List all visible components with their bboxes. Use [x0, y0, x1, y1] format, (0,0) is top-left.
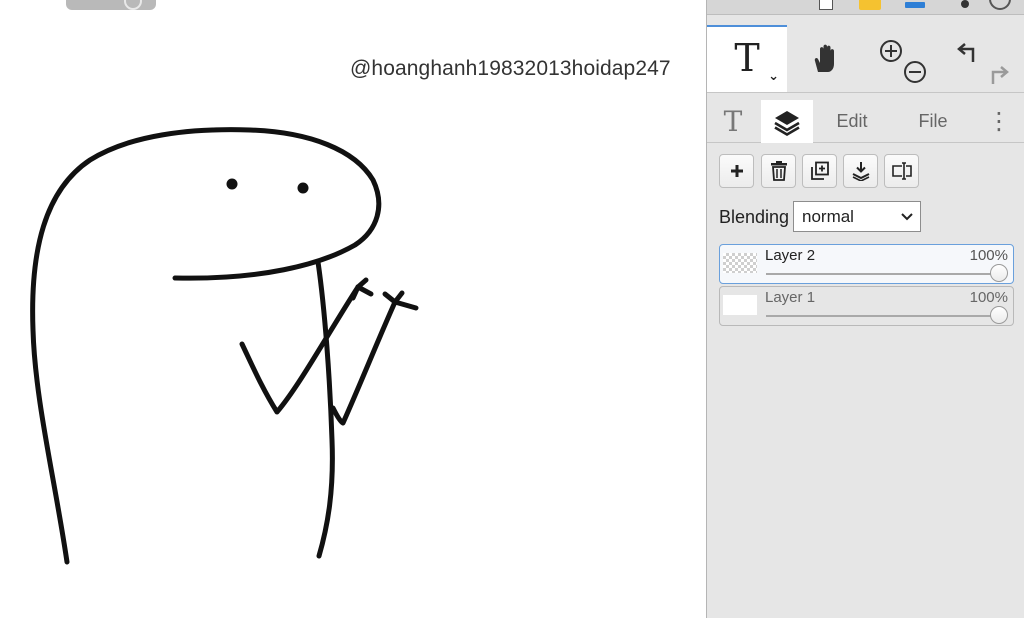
layer-opacity-slider[interactable] [766, 315, 999, 317]
more-options-icon[interactable]: ⋮ [985, 100, 1013, 142]
undo-redo-button[interactable] [941, 25, 1024, 92]
tab-edit[interactable]: Edit [827, 100, 877, 142]
save-icon[interactable] [905, 2, 925, 8]
right-hand-fingers-3 [392, 299, 419, 311]
rename-layer-button[interactable] [884, 154, 919, 188]
delete-layer-button[interactable] [761, 154, 796, 188]
left-arm [239, 284, 361, 415]
layer-name: Layer 2 [765, 247, 816, 264]
new-document-icon[interactable] [819, 0, 833, 10]
open-folder-icon[interactable] [859, 0, 881, 10]
layer-thumbnail [723, 295, 757, 315]
chevron-down-icon[interactable]: ⌄ [768, 68, 779, 84]
brush-icon[interactable] [961, 0, 969, 8]
left-hand-fingers-3 [355, 284, 374, 297]
blending-mode-select[interactable]: normal [793, 201, 921, 232]
layer-opacity-slider[interactable] [766, 273, 999, 275]
zoom-tool-button[interactable] [865, 25, 941, 92]
add-layer-button[interactable] [719, 154, 754, 188]
layer-opacity-value: 100% [969, 247, 1008, 264]
opacity-slider-handle[interactable] [990, 306, 1008, 324]
layer-row-layer-2[interactable]: Layer 2 100% [719, 244, 1014, 284]
merge-down-button[interactable] [843, 154, 878, 188]
side-panel: T ⌄ T Edit File ⋮ Blending normal Layer … [706, 0, 1024, 618]
hand-icon [814, 44, 834, 72]
torso-line [315, 259, 335, 559]
layer-opacity-value: 100% [969, 289, 1008, 306]
chevron-down-icon [901, 213, 913, 221]
text-tool-icon: T [734, 35, 760, 80]
layer-name: Layer 1 [765, 289, 816, 306]
text-tool-button[interactable]: T ⌄ [707, 25, 787, 92]
tab-layers[interactable] [761, 100, 813, 143]
plus-icon [730, 165, 743, 177]
left-eye [226, 178, 238, 190]
drawing-canvas[interactable]: @hoanghanh19832013hoidap247 [0, 0, 706, 618]
character-drawing [30, 127, 419, 565]
undo-redo-icon [957, 42, 1009, 84]
layers-icon [774, 110, 800, 136]
right-eye [297, 182, 309, 194]
panel-tabs: T Edit File ⋮ [707, 100, 1024, 143]
right-arm [330, 299, 398, 426]
opacity-slider-handle[interactable] [990, 264, 1008, 282]
merge-down-icon [852, 162, 869, 181]
trash-icon [770, 161, 787, 181]
top-menubar [707, 0, 1024, 15]
layer-row-layer-1[interactable]: Layer 1 100% [719, 286, 1014, 326]
blending-label: Blending [719, 207, 790, 227]
rename-icon [891, 162, 912, 180]
duplicate-layer-button[interactable] [802, 154, 837, 188]
pan-tool-button[interactable] [787, 25, 865, 92]
blending-mode-value: normal [802, 206, 854, 226]
tab-file[interactable]: File [907, 100, 959, 142]
help-icon[interactable] [989, 0, 1011, 10]
tab-text[interactable]: T [713, 100, 753, 142]
zoom-in-out-icon [880, 39, 926, 83]
layer-thumbnail [723, 253, 757, 273]
app-logo[interactable] [717, 0, 789, 10]
tool-row: T ⌄ [707, 25, 1024, 93]
duplicate-icon [810, 161, 829, 180]
